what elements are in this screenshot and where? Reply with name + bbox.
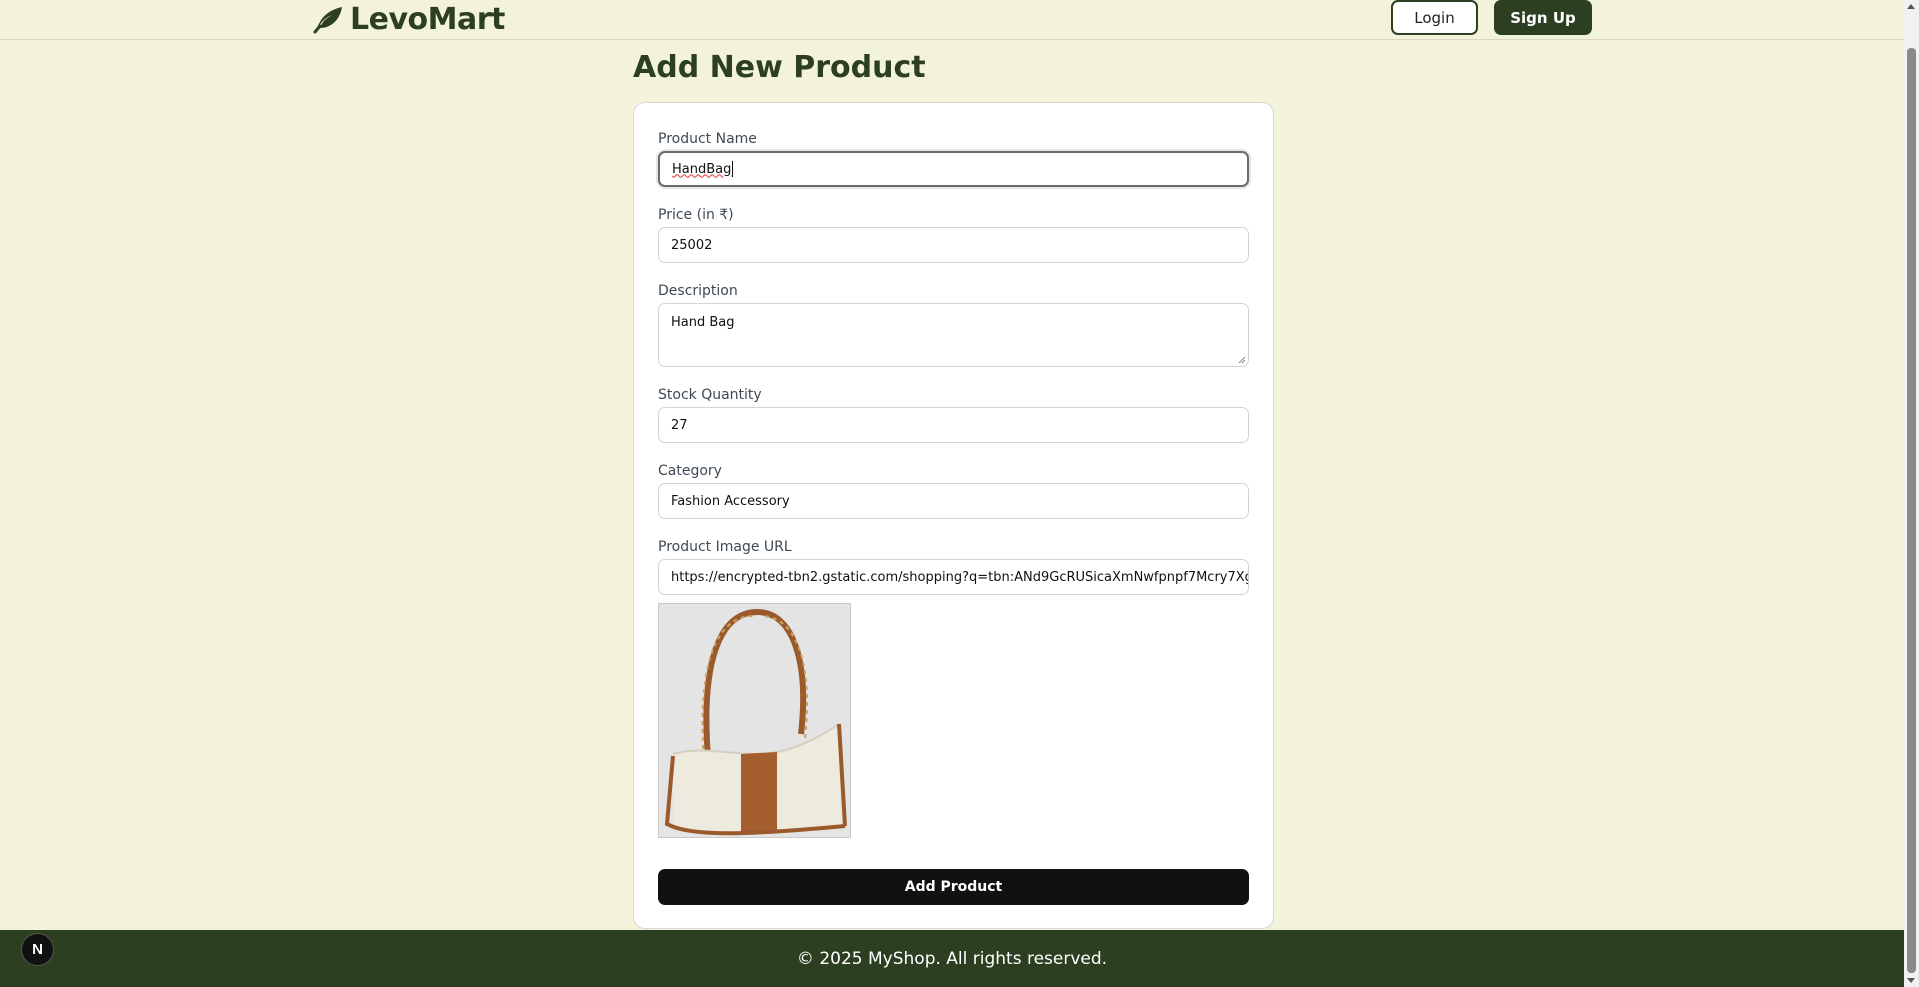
top-navigation-bar: LevoMart Login Sign Up xyxy=(0,0,1904,40)
leaf-icon xyxy=(313,7,342,34)
resize-handle-icon[interactable] xyxy=(1238,356,1246,364)
product-name-value: HandBag xyxy=(672,161,732,177)
product-image-preview xyxy=(658,603,851,838)
category-input[interactable]: Fashion Accessory xyxy=(658,483,1249,519)
footer-copyright: © 2025 MyShop. All rights reserved. xyxy=(796,948,1108,969)
add-product-button[interactable]: Add Product xyxy=(658,869,1249,905)
dev-badge-label: N xyxy=(32,941,43,958)
scrollbar-thumb[interactable] xyxy=(1907,48,1916,973)
vertical-scrollbar[interactable] xyxy=(1904,0,1919,987)
description-textarea[interactable]: Hand Bag xyxy=(658,303,1249,367)
product-name-input[interactable]: HandBag xyxy=(658,151,1249,187)
signup-button[interactable]: Sign Up xyxy=(1494,0,1592,35)
scroll-up-arrow-icon[interactable] xyxy=(1907,4,1915,9)
brand-name: LevoMart xyxy=(350,1,505,37)
brand-logo[interactable]: LevoMart xyxy=(312,1,505,37)
price-label: Price (in ₹) xyxy=(658,207,734,223)
text-caret xyxy=(732,161,734,177)
image-url-input[interactable]: https://encrypted-tbn2.gstatic.com/shopp… xyxy=(658,559,1249,595)
nextjs-icon[interactable]: N xyxy=(21,933,54,966)
stock-value: 27 xyxy=(671,417,688,433)
image-url-label: Product Image URL xyxy=(658,539,792,555)
page-footer: © 2025 MyShop. All rights reserved. xyxy=(0,930,1904,987)
category-value: Fashion Accessory xyxy=(671,493,790,509)
handbag-image xyxy=(659,604,850,837)
image-url-value: https://encrypted-tbn2.gstatic.com/shopp… xyxy=(671,569,1249,585)
stock-input[interactable]: 27 xyxy=(658,407,1249,443)
scroll-down-arrow-icon[interactable] xyxy=(1907,978,1915,983)
login-button[interactable]: Login xyxy=(1391,0,1478,35)
description-label: Description xyxy=(658,283,738,299)
page-title: Add New Product xyxy=(633,50,926,85)
product-name-label: Product Name xyxy=(658,131,757,147)
category-label: Category xyxy=(658,463,722,479)
add-product-form: Product Name HandBag Price (in ₹) 25002 … xyxy=(633,102,1274,929)
price-input[interactable]: 25002 xyxy=(658,227,1249,263)
stock-label: Stock Quantity xyxy=(658,387,762,403)
price-value: 25002 xyxy=(671,237,713,253)
description-value: Hand Bag xyxy=(671,315,735,330)
